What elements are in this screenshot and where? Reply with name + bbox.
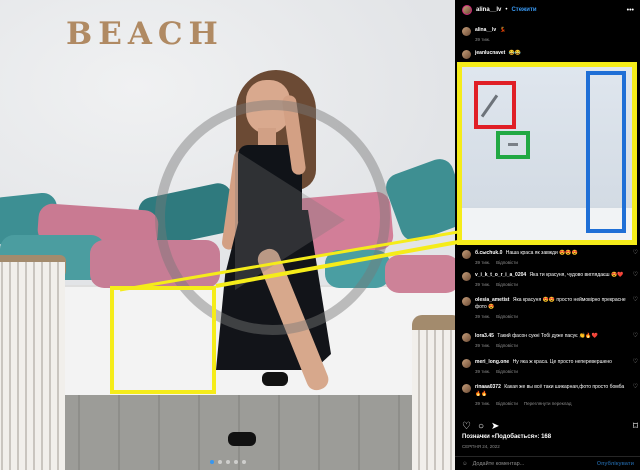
likes-count[interactable]: Позначки «Подобається»: 168 [462, 434, 551, 440]
avatar[interactable] [462, 50, 471, 59]
translate-link[interactable]: Переглянути переклад [524, 400, 572, 407]
comment-like-icon[interactable]: ♡ [633, 384, 638, 407]
post-header: alina__lv • Стежити ••• [455, 0, 640, 20]
send-icon[interactable]: ➤ [491, 421, 499, 432]
comment-username[interactable]: olesia_ametist [475, 297, 509, 303]
comment-like-icon[interactable]: ♡ [633, 333, 638, 349]
comment-time: 39 тиж. [475, 282, 491, 287]
carousel-dots [0, 460, 455, 464]
comment-input[interactable]: Додайте коментар... [473, 461, 525, 467]
comment-item: jeanlucnavet 😂😂 [462, 50, 638, 59]
connector-line [215, 240, 459, 288]
avatar[interactable] [462, 359, 471, 368]
stool-right [412, 330, 455, 470]
more-dots-icon[interactable]: ••• [627, 7, 634, 14]
caption: alina__lv 💃 39 тиж. [462, 27, 638, 43]
reply-link[interactable]: Відповісти [496, 342, 518, 349]
reply-link[interactable]: Відповісти [496, 259, 518, 266]
comment-text: Наша краса як завжди 😍😍😍 [505, 250, 578, 256]
avatar[interactable] [462, 384, 471, 393]
heart-icon[interactable]: ♡ [462, 421, 471, 432]
comment-like-icon[interactable]: ♡ [633, 272, 638, 288]
comment-time: 39 тиж. [475, 401, 491, 406]
separator: • [505, 7, 508, 13]
comment-item: olesia_ametist Яка красуня 😍😍 просто ней… [462, 297, 638, 320]
publish-button[interactable]: Опублікувати [597, 461, 634, 467]
shoe [262, 372, 288, 386]
post-username[interactable]: alina__lv [476, 7, 501, 13]
comment-text: 😂😂 [508, 50, 522, 56]
comment-item: lora3.45 Такий фасон сукні Тобі дуже пас… [462, 333, 638, 349]
scratch-mark [508, 143, 518, 146]
stool-left [0, 262, 65, 470]
annotation-yellow-zoom-box [457, 62, 637, 245]
reply-link[interactable]: Відповісти [496, 281, 518, 288]
post-date: СЕРПНЯ 24, 2022 [462, 444, 500, 449]
annotation-yellow-source-box [110, 286, 216, 394]
comment-time: 39 тиж. [475, 37, 491, 42]
comment-time: 39 тиж. [475, 343, 491, 348]
comment-text: Яка ти красуня, чудово виглядаєш 😍❤️ [529, 272, 624, 278]
comment-username[interactable]: meri_long.one [475, 359, 509, 365]
comment-username[interactable]: rinaaa0372 [475, 384, 501, 390]
comment-text: Такий фасон сукні Тобі дуже пасує 👏🔥❤️ [497, 333, 598, 339]
carousel-dot-active [209, 460, 214, 464]
avatar[interactable] [462, 333, 471, 342]
bookmark-icon[interactable]: ⌑ [633, 421, 638, 432]
carousel-dot [233, 460, 238, 464]
reply-link[interactable]: Відповісти [496, 400, 518, 407]
comment-like-icon[interactable]: ♡ [633, 359, 638, 375]
comment-time: 39 тиж. [475, 314, 491, 319]
comment-item: б.сысhuk.0 Наша краса як завжди 😍😍😍 39 т… [462, 250, 638, 266]
comment-item: meri_long.one Ну яка ж краса. Це просто … [462, 359, 638, 375]
add-comment-bar: ☺ Додайте коментар... Опублікувати [455, 456, 640, 470]
carousel-dot [217, 460, 222, 464]
comment-like-icon[interactable]: ♡ [633, 297, 638, 320]
comment-like-icon[interactable]: ♡ [633, 250, 638, 266]
follow-button[interactable]: Стежити [511, 7, 536, 13]
carousel-dot [225, 460, 230, 464]
post-actions-bar: ♡ ○ ➤ ⌑ [462, 421, 638, 432]
comment-text: Ну яка ж краса. Це просто неперевершено [512, 359, 612, 365]
scratch-mark [480, 94, 499, 118]
reply-link[interactable]: Відповісти [496, 313, 518, 320]
comment-username[interactable]: б.сысhuk.0 [475, 250, 502, 256]
carousel-dot [241, 460, 246, 464]
comment-item: rinaaa0372 Какая же вы всё таки шикарная… [462, 384, 638, 407]
comment-username[interactable]: v_i_k_t_o_r_i_a_0204 [475, 272, 526, 278]
comment-time: 39 тиж. [475, 260, 491, 265]
reply-link[interactable]: Відповісти [496, 368, 518, 375]
smiley-icon[interactable]: ☺ [462, 461, 468, 467]
comment-username[interactable]: lora3.45 [475, 333, 494, 339]
comment-username[interactable]: alina__lv [475, 27, 496, 33]
comment-icon[interactable]: ○ [478, 421, 484, 432]
shoe [228, 432, 256, 446]
beach-sign: BEACH [66, 16, 224, 52]
avatar[interactable] [462, 5, 472, 15]
comment-text: 💃 [499, 27, 506, 33]
annotation-blue-box [586, 71, 626, 233]
annotation-connector [119, 230, 459, 292]
comment-username[interactable]: jeanlucnavet [475, 50, 505, 56]
comment-time: 39 тиж. [475, 369, 491, 374]
ground [0, 395, 455, 470]
avatar[interactable] [462, 27, 471, 36]
annotation-green-box [496, 131, 530, 159]
comment-item: v_i_k_t_o_r_i_a_0204 Яка ти красуня, чуд… [462, 272, 638, 288]
annotation-red-box [474, 81, 516, 129]
